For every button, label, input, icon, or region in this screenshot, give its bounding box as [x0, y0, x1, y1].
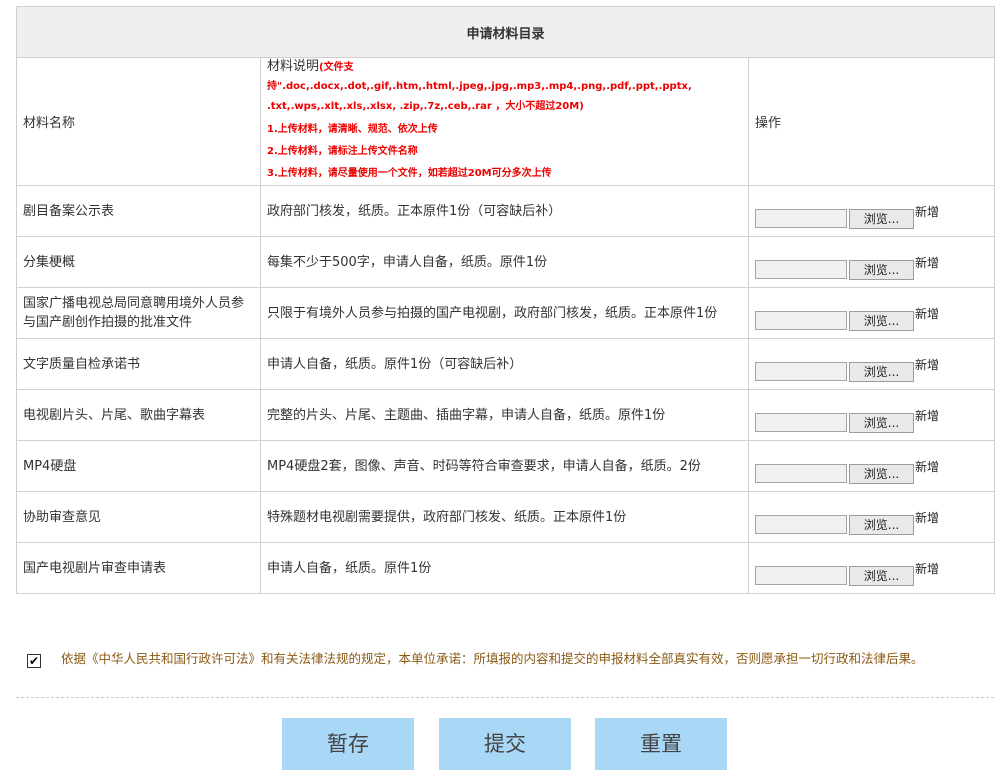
submit-button[interactable]: 提交	[439, 718, 571, 770]
material-desc: MP4硬盘2套，图像、声音、时码等符合审查要求，申请人自备，纸质。2份	[260, 440, 749, 492]
file-path-input[interactable]	[755, 463, 847, 483]
upload-cell: 浏览... 新增	[747, 236, 996, 288]
browse-button[interactable]: 浏览...	[849, 565, 914, 586]
add-file-link[interactable]: 新增	[915, 461, 939, 473]
table-row: 协助审查意见 特殊题材电视剧需要提供，政府部门核发、纸质。正本原件1份 浏览... 新…	[16, 491, 996, 543]
add-file-link[interactable]: 新增	[915, 410, 939, 422]
material-desc: 特殊题材电视剧需要提供，政府部门核发、纸质。正本原件1份	[260, 491, 749, 543]
add-file-link[interactable]: 新增	[915, 359, 939, 371]
material-desc: 只限于有境外人员参与拍摄的国产电视剧，政府部门核发，纸质。正本原件1份	[260, 287, 749, 339]
reset-button[interactable]: 重置	[595, 718, 727, 770]
upload-cell: 浏览... 新增	[747, 440, 996, 492]
upload-cell: 浏览... 新增	[747, 389, 996, 441]
material-name: MP4硬盘	[16, 440, 261, 492]
file-path-input[interactable]	[755, 208, 847, 228]
upload-cell: 浏览... 新增	[747, 287, 996, 339]
upload-cell: 浏览... 新增	[747, 185, 996, 237]
browse-button[interactable]: 浏览...	[849, 259, 914, 280]
material-desc: 完整的片头、片尾、主题曲、插曲字幕，申请人自备，纸质。原件1份	[260, 389, 749, 441]
browse-button[interactable]: 浏览...	[849, 361, 914, 382]
file-format-note: (文件支持".doc,.docx,.dot,.gif,.htm,.html,.j…	[267, 62, 692, 92]
file-path-input[interactable]	[755, 361, 847, 381]
material-name: 电视剧片头、片尾、歌曲字幕表	[16, 389, 261, 441]
check-mark-icon: ✔	[28, 654, 40, 668]
header-desc-label: 材料说明	[267, 59, 320, 74]
table-row: 剧目备案公示表 政府部门核发，纸质。正本原件1份（可容缺后补） 浏览... 新增	[16, 185, 996, 237]
agreement-section: ✔ 依据《中华人民共和国行政许可法》和有关法律法规的规定，本单位承诺：所填报的内…	[27, 652, 977, 668]
material-desc: 申请人自备，纸质。原件1份（可容缺后补）	[260, 338, 749, 390]
save-button[interactable]: 暂存	[282, 718, 414, 770]
table-row: 分集梗概 每集不少于500字，申请人自备，纸质。原件1份 浏览... 新增	[16, 236, 996, 288]
file-format-note-cont: .txt,.wps,.xlt,.xls,.xlsx, .zip,.7z,.ceb…	[267, 101, 584, 112]
browse-button[interactable]: 浏览...	[849, 310, 914, 331]
file-path-input[interactable]	[755, 259, 847, 279]
table-row: 文字质量自检承诺书 申请人自备，纸质。原件1份（可容缺后补） 浏览... 新增	[16, 338, 996, 390]
add-file-link[interactable]: 新增	[915, 257, 939, 269]
agreement-text: 依据《中华人民共和国行政许可法》和有关法律法规的规定，本单位承诺：所填报的内容和…	[61, 651, 924, 666]
upload-cell: 浏览... 新增	[747, 491, 996, 543]
table-row: 国家广播电视总局同意聘用境外人员参与国产剧创作拍摄的批准文件 只限于有境外人员参与…	[16, 287, 996, 339]
header-action: 操作	[747, 57, 996, 186]
upload-rule-1: 1.上传材料，请清晰、规范、依次上传	[267, 124, 438, 135]
material-name: 国家广播电视总局同意聘用境外人员参与国产剧创作拍摄的批准文件	[16, 287, 261, 339]
upload-rule-3: 3.上传材料，请尽量使用一个文件，如若超过20M可分多次上传	[267, 168, 552, 179]
browse-button[interactable]: 浏览...	[849, 463, 914, 484]
browse-button[interactable]: 浏览...	[849, 412, 914, 433]
browse-button[interactable]: 浏览...	[849, 208, 914, 229]
material-desc: 申请人自备，纸质。原件1份	[260, 542, 749, 594]
add-file-link[interactable]: 新增	[915, 206, 939, 218]
table-row: 国产电视剧片审查申请表 申请人自备，纸质。原件1份 浏览... 新增	[16, 542, 996, 594]
file-path-input[interactable]	[755, 565, 847, 585]
material-desc: 每集不少于500字，申请人自备，纸质。原件1份	[260, 236, 749, 288]
material-name: 文字质量自检承诺书	[16, 338, 261, 390]
material-rows: 剧目备案公示表 政府部门核发，纸质。正本原件1份（可容缺后补） 浏览... 新增 分集梗…	[16, 185, 996, 594]
file-path-input[interactable]	[755, 412, 847, 432]
table-header-row: 材料名称 材料说明(文件支持".doc,.docx,.dot,.gif,.htm…	[16, 57, 996, 186]
header-material-name: 材料名称	[16, 57, 261, 186]
upload-cell: 浏览... 新增	[747, 542, 996, 594]
file-path-input[interactable]	[755, 514, 847, 534]
material-table: 申请材料目录 材料名称 材料说明(文件支持".doc,.docx,.dot,.g…	[15, 6, 996, 594]
browse-button[interactable]: 浏览...	[849, 514, 914, 535]
table-row: MP4硬盘 MP4硬盘2套，图像、声音、时码等符合审查要求，申请人自备，纸质。2份…	[16, 440, 996, 492]
material-name: 国产电视剧片审查申请表	[16, 542, 261, 594]
upload-rule-2: 2.上传材料，请标注上传文件名称	[267, 146, 418, 157]
material-desc: 政府部门核发，纸质。正本原件1份（可容缺后补）	[260, 185, 749, 237]
add-file-link[interactable]: 新增	[915, 563, 939, 575]
material-name: 剧目备案公示表	[16, 185, 261, 237]
agreement-checkbox[interactable]: ✔	[27, 654, 41, 668]
header-material-desc: 材料说明(文件支持".doc,.docx,.dot,.gif,.htm,.htm…	[260, 57, 749, 186]
add-file-link[interactable]: 新增	[915, 308, 939, 320]
material-name: 分集梗概	[16, 236, 261, 288]
file-path-input[interactable]	[755, 310, 847, 330]
section-divider	[16, 697, 994, 698]
table-row: 电视剧片头、片尾、歌曲字幕表 完整的片头、片尾、主题曲、插曲字幕，申请人自备，纸质…	[16, 389, 996, 441]
upload-cell: 浏览... 新增	[747, 338, 996, 390]
material-name: 协助审查意见	[16, 491, 261, 543]
table-title: 申请材料目录	[15, 6, 996, 58]
add-file-link[interactable]: 新增	[915, 512, 939, 524]
